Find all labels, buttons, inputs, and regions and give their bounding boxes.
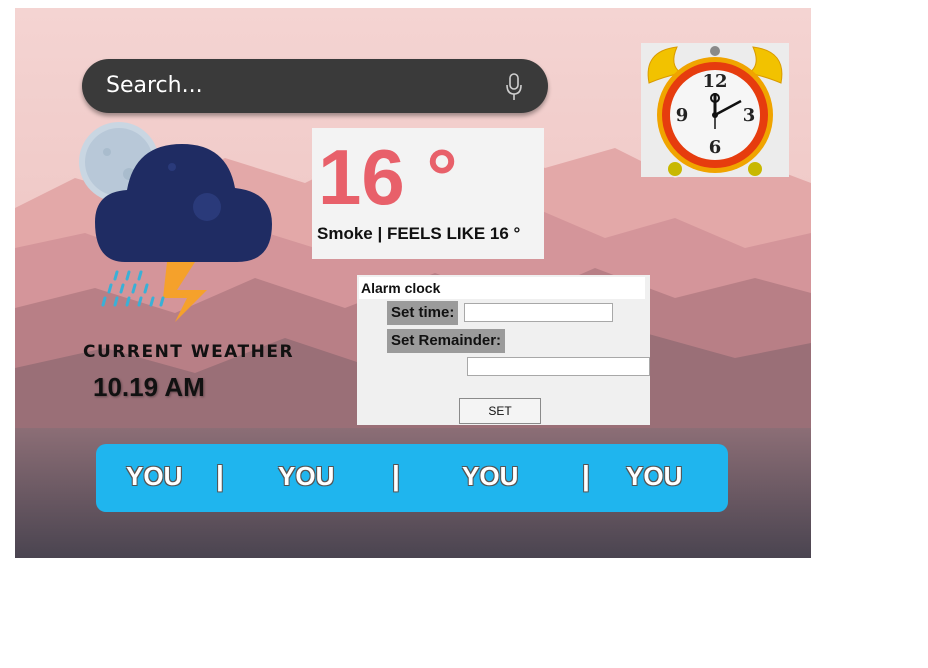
current-time: 10.19 AM (93, 372, 205, 402)
set-reminder-label: Set Remainder: (387, 329, 506, 353)
temperature-card: 16 ° Smoke | FEELS LIKE 16 ° (312, 128, 544, 259)
set-time-label: Set time: (387, 301, 459, 325)
nav-item-you-1[interactable]: YOU (126, 461, 182, 492)
nav-item-you-4[interactable]: YOU (626, 461, 682, 492)
nav-item-you-3[interactable]: YOU (462, 461, 518, 492)
alarm-clock-icon: 12 3 6 9 (641, 43, 789, 177)
nav-separator: | (582, 460, 590, 491)
temperature-value: 16 ° (318, 133, 458, 221)
current-weather-label: CURRENT WEATHER (83, 342, 295, 362)
clock-numeral-3: 3 (743, 105, 756, 126)
app-stage: Search... CURRENT WEATHER 10.19 AM 16 ° … (15, 8, 811, 558)
reminder-input[interactable] (467, 357, 650, 376)
nav-separator: | (392, 460, 400, 491)
clock-numeral-12: 12 (702, 71, 727, 92)
search-bar[interactable]: Search... (82, 59, 548, 113)
weather-description: Smoke | FEELS LIKE 16 ° (317, 224, 521, 243)
clock-numeral-6: 6 (709, 137, 722, 158)
set-button[interactable]: SET (459, 398, 541, 424)
alarm-panel: Alarm clock Set time: Set Remainder: SET (357, 275, 650, 425)
search-input[interactable]: Search... (106, 73, 203, 98)
clock-numeral-9: 9 (676, 105, 689, 126)
cloud-moon-rain-lightning-icon (79, 122, 272, 322)
nav-bar: YOU | YOU | YOU | YOU (96, 444, 728, 512)
mic-icon[interactable] (505, 72, 523, 102)
nav-item-you-2[interactable]: YOU (278, 461, 334, 492)
nav-separator: | (216, 460, 224, 491)
alarm-title: Alarm clock (359, 277, 645, 299)
set-time-input[interactable] (464, 303, 613, 322)
